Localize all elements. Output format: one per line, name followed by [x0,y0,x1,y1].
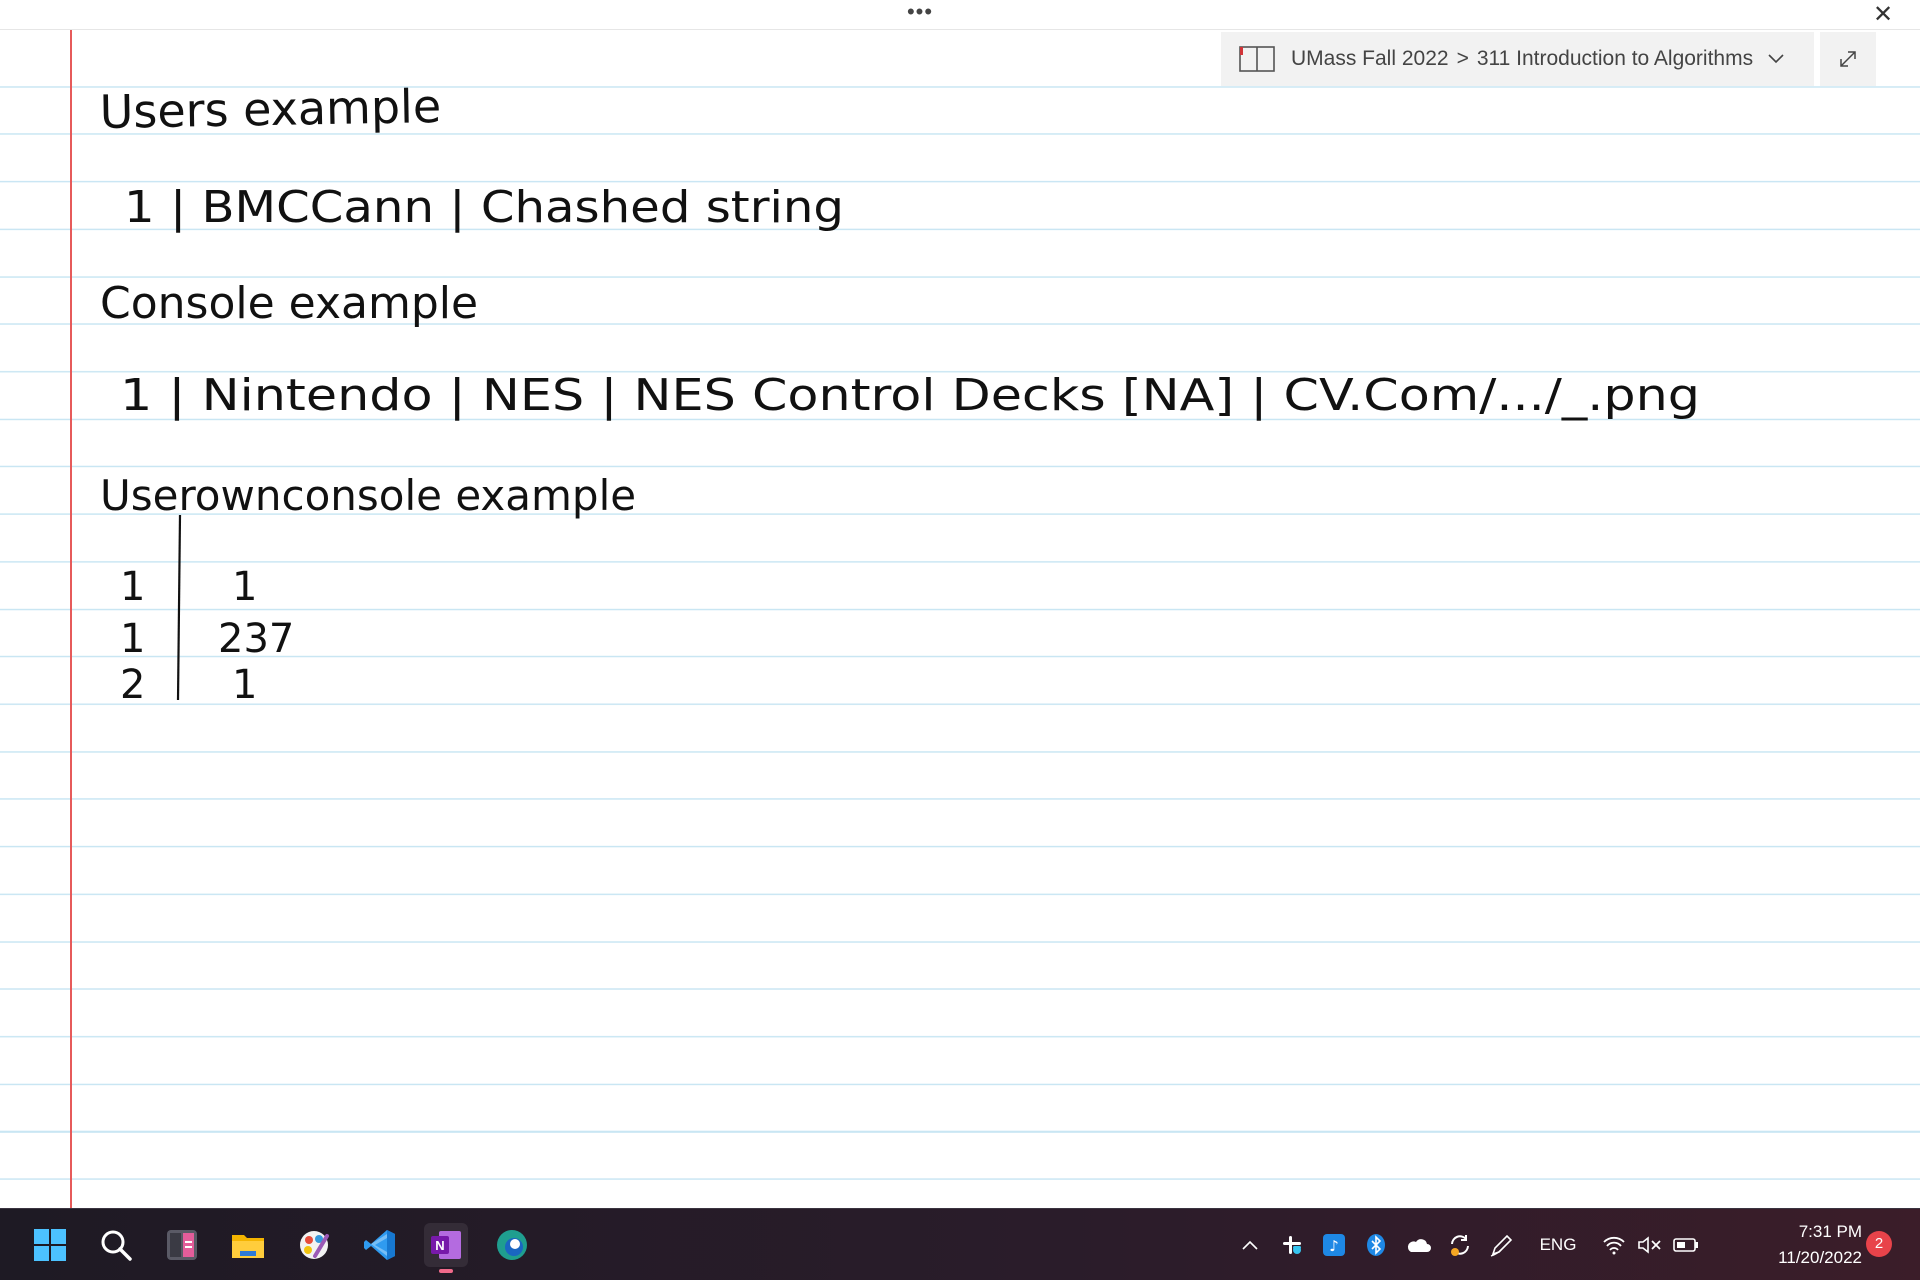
clock[interactable]: 7:31 PM 11/20/2022 [1742,1219,1862,1271]
breadcrumb-notebook[interactable]: UMass Fall 2022 [1291,47,1449,71]
bluetooth-tray[interactable] [1358,1225,1394,1265]
battery-tray[interactable] [1668,1225,1704,1265]
edge-icon [497,1230,527,1260]
wifi-icon [1603,1236,1625,1255]
onedrive-tray[interactable] [1400,1225,1436,1265]
slack-icon [1283,1236,1301,1254]
show-hidden-icons[interactable] [1232,1225,1268,1265]
calculator-button[interactable] [160,1223,204,1267]
edge-button[interactable] [490,1223,534,1267]
search-icon [101,1230,132,1261]
breadcrumb-separator: > [1456,47,1469,70]
more-options-button[interactable]: ••• [900,1,940,26]
search-button[interactable] [94,1223,138,1267]
notebook-breadcrumb[interactable]: UMass Fall 2022 > 311 Introduction to Al… [1221,32,1814,86]
slack-tray[interactable] [1274,1225,1310,1265]
page-margin-line [70,30,72,1208]
pen-tray[interactable] [1484,1225,1520,1265]
battery-icon [1673,1238,1698,1252]
close-button[interactable]: ✕ [1846,0,1920,30]
file-explorer-icon [232,1235,264,1258]
paint-app-button[interactable] [292,1223,336,1267]
cloud-icon [1407,1239,1431,1252]
language-indicator[interactable]: ENG [1530,1235,1586,1255]
notification-badge[interactable]: 2 [1866,1231,1892,1257]
onenote-window: ••• ✕ Users example 1 | BMCCann | Chashe… [0,0,1920,1280]
sync-tray[interactable] [1442,1225,1478,1265]
paint-app-icon [300,1231,329,1259]
system-tray: ♪ ENG [1232,1209,1704,1280]
onenote-button[interactable]: N [424,1223,468,1273]
wifi-tray[interactable] [1596,1225,1632,1265]
taskbar: N ♪ ENG 7:31 PM 11/20/2022 [0,1208,1920,1280]
note-canvas[interactable] [0,30,1920,1208]
start-button[interactable] [28,1223,72,1267]
expand-button[interactable] [1820,32,1876,86]
bluetooth-icon [1367,1234,1385,1256]
tiktok-tray[interactable]: ♪ [1316,1225,1352,1265]
active-indicator [439,1269,453,1273]
sync-icon [1451,1235,1469,1256]
notebook-icon [1239,46,1275,72]
clock-time: 7:31 PM [1798,1222,1862,1241]
pen-icon [1490,1234,1513,1257]
svg-text:♪: ♪ [1329,1237,1339,1255]
volume-tray[interactable] [1632,1225,1668,1265]
file-explorer-button[interactable] [226,1223,270,1267]
svg-text:N: N [435,1238,444,1253]
chevron-down-icon[interactable] [1767,50,1785,68]
vscode-icon [364,1230,395,1260]
breadcrumb-section[interactable]: 311 Introduction to Algorithms [1477,47,1753,71]
music-app-icon: ♪ [1323,1234,1345,1256]
clock-date: 11/20/2022 [1778,1248,1862,1267]
vscode-button[interactable] [358,1223,402,1267]
expand-icon [1840,51,1856,67]
volume-muted-icon [1638,1236,1661,1254]
onenote-icon: N [431,1231,461,1259]
calculator-icon [167,1230,197,1260]
title-bar: ••• ✕ [0,0,1920,30]
chevron-up-icon [1242,1240,1258,1250]
start-icon [34,1229,66,1261]
